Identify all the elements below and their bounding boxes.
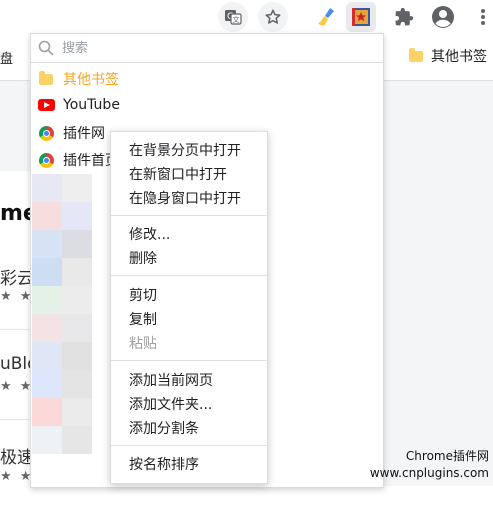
extensions-puzzle-icon	[395, 7, 414, 26]
bookmark-extension-icon	[352, 8, 370, 26]
obscured-cell	[32, 202, 62, 230]
bookmark-item-label: 其他书签	[63, 72, 119, 88]
obscured-cell	[62, 258, 92, 286]
bookmark-item-youtube[interactable]: YouTube	[31, 92, 383, 118]
page-list-item[interactable]: 极速	[0, 443, 34, 468]
bookmark-search-input[interactable]	[60, 39, 344, 57]
obscured-cell	[32, 258, 62, 286]
page-list-item[interactable]: 彩云	[0, 264, 34, 289]
star-icon	[265, 9, 281, 24]
watermark: Chrome插件网 www.cnplugins.com	[370, 448, 489, 482]
menu-paste: 粘贴	[129, 336, 157, 352]
obscured-cell	[32, 230, 62, 258]
menu-separator	[111, 445, 267, 446]
bookmark-item-label: 插件网	[63, 126, 105, 142]
bookmark-context-menu: 在背景分页中打开 在新窗口中打开 在隐身窗口中打开 修改... 删除 剪切 复制…	[110, 131, 268, 484]
obscured-bookmarks-area	[32, 174, 92, 474]
obscured-cell	[32, 286, 62, 314]
chrome-icon	[38, 152, 54, 168]
more-menu-button[interactable]	[468, 2, 493, 32]
obscured-cell	[32, 174, 62, 202]
folder-icon	[39, 70, 53, 85]
menu-cut[interactable]: 剪切	[111, 283, 267, 307]
search-icon	[38, 40, 54, 56]
obscured-cell	[32, 314, 62, 342]
other-bookmarks-folder[interactable]: 其他书签	[409, 46, 493, 66]
menu-separator	[111, 275, 267, 276]
rating-stars: ★ ★	[0, 289, 34, 304]
obscured-cell	[62, 230, 92, 258]
obscured-cell	[32, 342, 62, 370]
obscured-cell	[32, 370, 62, 398]
obscured-cell	[62, 286, 92, 314]
menu-add-page[interactable]: 添加当前网页	[111, 368, 267, 392]
other-bookmarks-label: 其他书签	[431, 49, 487, 65]
chrome-icon	[38, 125, 54, 141]
bookmark-item-label: YouTube	[63, 97, 120, 113]
menu-add-separator[interactable]: 添加分割条	[111, 416, 267, 440]
bookmark-bar-left-item[interactable]: 盘	[0, 48, 13, 67]
profile-avatar-icon	[432, 6, 454, 28]
menu-open-in-incognito[interactable]: 在隐身窗口中打开	[111, 186, 267, 210]
bookmark-search-row	[31, 34, 383, 63]
broom-extension-button[interactable]	[311, 2, 341, 32]
obscured-cell	[62, 174, 92, 202]
svg-text:文: 文	[233, 15, 240, 24]
menu-edit[interactable]: 修改...	[111, 222, 267, 246]
rating-stars: ★ ★	[0, 379, 34, 394]
menu-sort-by-name[interactable]: 按名称排序	[111, 452, 267, 476]
obscured-cell	[62, 426, 92, 454]
more-menu-icon	[481, 9, 485, 25]
extensions-button[interactable]	[389, 2, 419, 32]
browser-toolbar: G 文	[0, 0, 493, 34]
obscured-cell	[62, 314, 92, 342]
translate-icon: G 文	[225, 10, 242, 25]
obscured-cell	[32, 398, 62, 426]
broom-extension-icon	[318, 8, 334, 26]
menu-delete[interactable]: 删除	[111, 246, 267, 270]
bookmark-extension-button[interactable]	[346, 2, 376, 32]
profile-button[interactable]	[428, 2, 458, 32]
watermark-line2: www.cnplugins.com	[369, 466, 489, 480]
watermark-line1: Chrome插件网	[405, 449, 489, 463]
obscured-cell	[62, 202, 92, 230]
obscured-cell	[62, 398, 92, 426]
menu-open-in-new-window[interactable]: 在新窗口中打开	[111, 162, 267, 186]
obscured-cell	[62, 370, 92, 398]
folder-icon	[409, 47, 423, 62]
menu-copy[interactable]: 复制	[111, 307, 267, 331]
menu-open-in-background-tab[interactable]: 在背景分页中打开	[111, 138, 267, 162]
obscured-cell	[32, 426, 62, 454]
rating-stars: ★ ★	[0, 469, 34, 484]
translate-button[interactable]: G 文	[218, 2, 248, 32]
menu-add-folder[interactable]: 添加文件夹...	[111, 392, 267, 416]
youtube-icon	[37, 99, 55, 111]
bookmark-star-button[interactable]	[258, 2, 288, 32]
bookmark-item-other-folder[interactable]: 其他书签	[31, 66, 383, 92]
obscured-cell	[62, 342, 92, 370]
menu-separator	[111, 360, 267, 361]
menu-separator	[111, 215, 267, 216]
